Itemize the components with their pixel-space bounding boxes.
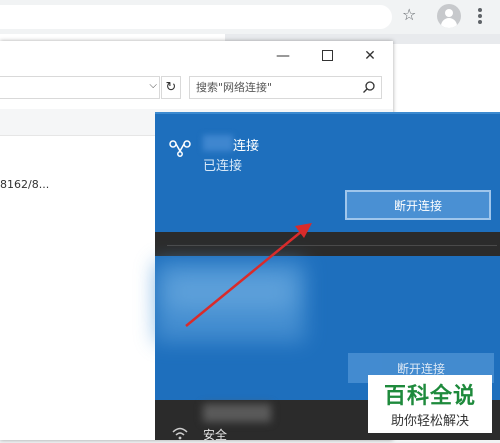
bookmark-star-icon[interactable]: ☆ [402,7,418,23]
three-dot-menu-icon[interactable] [472,6,488,26]
address-path-field[interactable]: ⌵ [0,76,160,99]
search-field[interactable] [189,76,382,99]
security-label: 安全 [203,428,228,442]
watermark-title: 百科全说 [383,384,476,409]
redacted-name-blur [203,135,233,151]
active-connection-panel[interactable]: 连接 已连接 断开连接 [155,112,500,232]
list-item-text: 8162/8... [0,178,50,191]
divider [167,245,497,246]
profile-avatar[interactable] [437,4,461,28]
maximize-button[interactable] [312,45,342,67]
redacted-blur [203,404,271,422]
search-icon[interactable] [362,80,376,94]
maximize-icon [321,49,333,61]
close-button[interactable]: ✕ [355,45,385,67]
wifi-icon [172,427,188,440]
redacted-blur [165,274,295,310]
connection-status: 已连接 [203,159,243,174]
connection-name: 连接 [233,139,260,154]
browser-toolbar: ☆ [0,0,500,34]
minimize-button[interactable]: — [268,45,298,67]
watermark-subtitle: 助你轻松解决 [390,414,469,429]
address-bar[interactable] [0,5,392,29]
search-input[interactable] [196,79,356,96]
vpn-connection-icon [169,140,191,157]
refresh-icon[interactable]: ↻ [161,76,181,99]
chevron-down-icon[interactable]: ⌵ [149,80,157,91]
watermark-logo: 百科全说 助你轻松解决 [368,375,492,433]
disconnect-button[interactable]: 断开连接 [345,190,491,220]
